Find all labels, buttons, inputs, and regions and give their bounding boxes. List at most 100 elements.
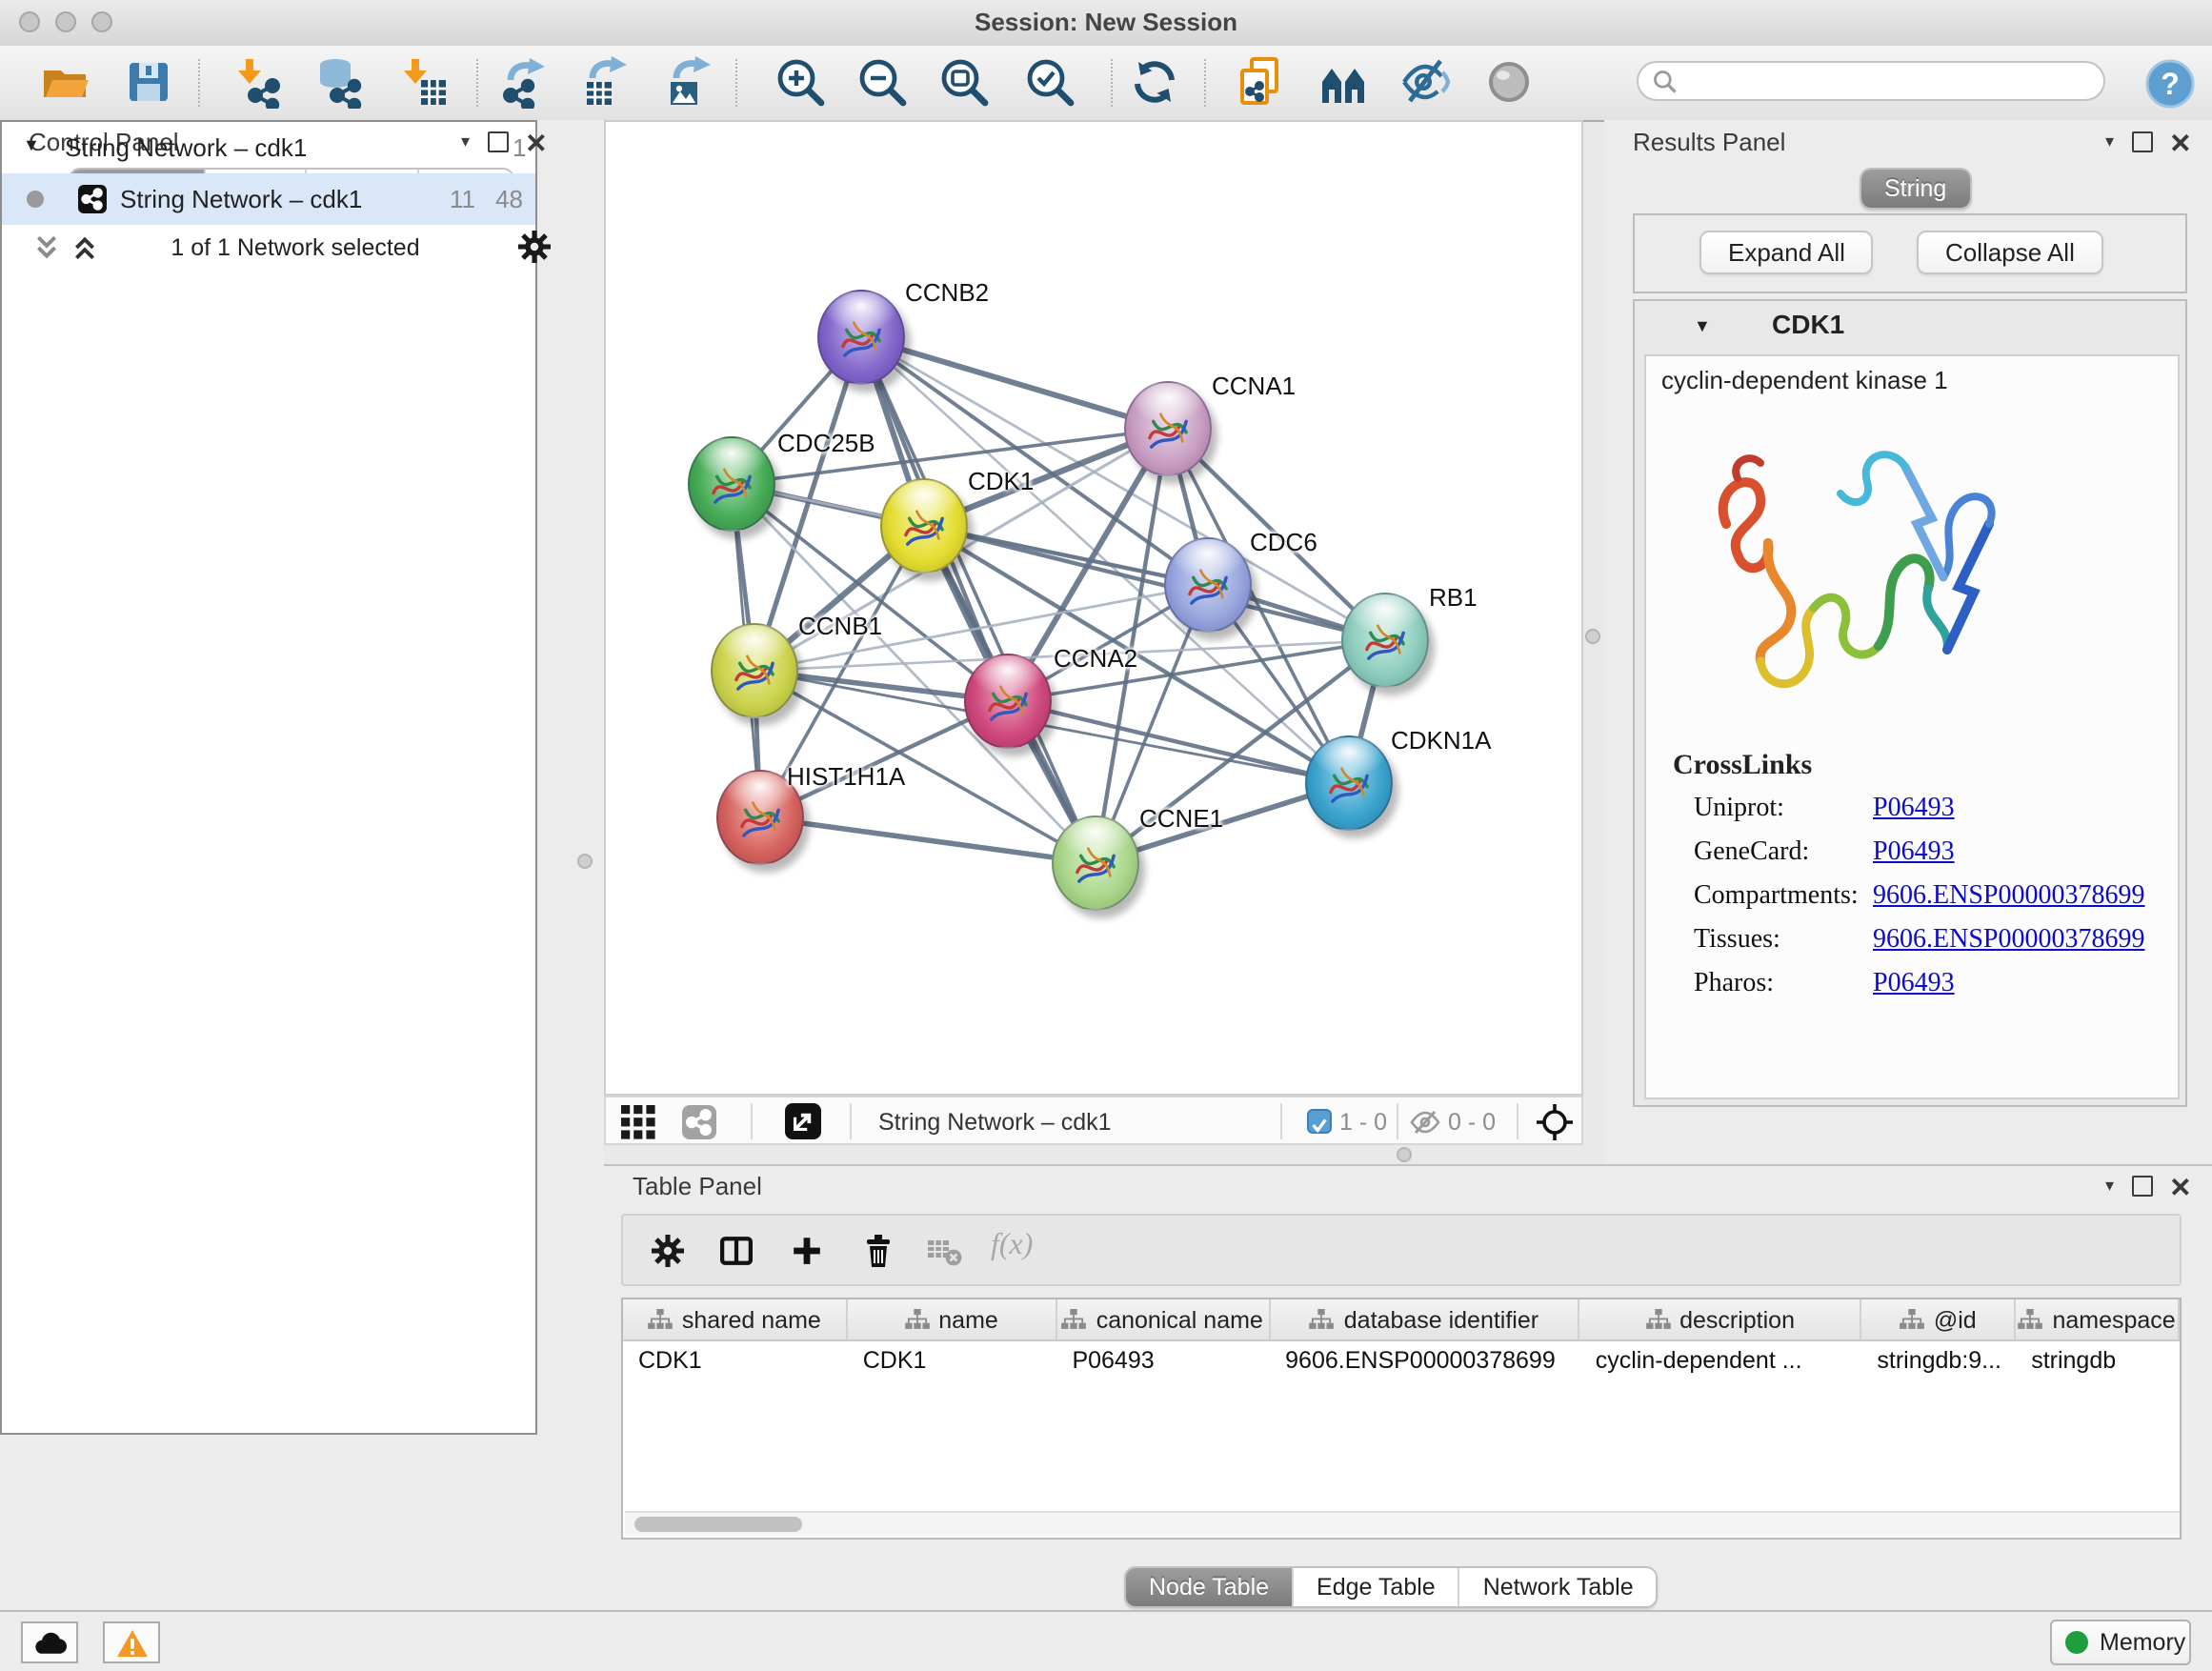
memory-button[interactable]: Memory	[2050, 1620, 2191, 1665]
close-panel-icon[interactable]: ✕	[2169, 1177, 2191, 1196]
network-node-ccna2[interactable]	[964, 654, 1052, 749]
network-edge[interactable]	[861, 337, 1168, 429]
crosslink-link[interactable]: P06493	[1873, 795, 1955, 825]
help-icon[interactable]: ?	[2143, 57, 2197, 111]
cloud-status-button[interactable]	[21, 1621, 78, 1663]
network-node-ccne1[interactable]	[1052, 815, 1139, 911]
toolbar-separator	[476, 59, 478, 107]
network-node-rb1[interactable]	[1341, 593, 1429, 688]
network-type-icon	[78, 185, 107, 213]
table-cell: 9606.ENSP00000378699	[1270, 1341, 1580, 1379]
network-node-cdc25b[interactable]	[688, 436, 775, 532]
open-session-icon[interactable]	[38, 55, 91, 109]
collapse-all-tree-icon[interactable]	[72, 234, 97, 261]
import-network-file-icon[interactable]	[231, 55, 284, 109]
table-column-header[interactable]: @id	[1861, 1299, 2016, 1339]
crosslink-link[interactable]: P06493	[1873, 838, 1955, 869]
open-external-icon[interactable]	[785, 1103, 821, 1139]
expand-all-button[interactable]: Expand All	[1699, 231, 1874, 274]
search-field[interactable]	[1637, 61, 2105, 101]
zoom-out-icon[interactable]	[855, 55, 909, 109]
table-cell: stringdb	[2016, 1341, 2180, 1379]
float-panel-icon[interactable]	[2131, 131, 2152, 152]
network-node-label: CDC25B	[777, 429, 875, 457]
network-edge[interactable]	[760, 817, 1096, 863]
network-canvas[interactable]: CCNB2CCNA1CDC25BCDK1CDC6RB1CCNB1CCNA2CDK…	[604, 120, 1583, 1096]
delete-column-icon[interactable]	[861, 1233, 895, 1269]
crosslinks-title: CrossLinks	[1673, 751, 1812, 783]
network-node-cdkn1a[interactable]	[1305, 735, 1393, 831]
grid-view-icon[interactable]	[621, 1105, 655, 1139]
panel-menu-icon[interactable]: ▾	[2105, 1176, 2114, 1197]
show-all-eye-icon[interactable]	[1484, 55, 1538, 109]
horizontal-splitter-handle[interactable]	[1397, 1147, 1412, 1162]
import-table-file-icon[interactable]	[396, 55, 450, 109]
collapse-all-button[interactable]: Collapse All	[1917, 231, 2103, 274]
table-column-header[interactable]: namespace	[2016, 1299, 2180, 1339]
hide-selected-eye-icon[interactable]	[1400, 55, 1454, 109]
export-image-icon[interactable]	[663, 55, 716, 109]
node-table: shared namenamecanonical namedatabase id…	[621, 1298, 2182, 1540]
panel-menu-icon[interactable]: ▾	[2105, 131, 2114, 152]
network-node-cdc6[interactable]	[1164, 537, 1252, 633]
network-node-label: CCNA2	[1054, 644, 1137, 673]
clone-network-icon[interactable]	[1233, 55, 1286, 109]
crosslinks-list: Uniprot:P06493GeneCard:P06493Compartment…	[1646, 795, 2182, 1014]
save-session-icon[interactable]	[122, 55, 175, 109]
network-node-label: CDC6	[1250, 528, 1317, 556]
table-column-header[interactable]: name	[848, 1299, 1057, 1339]
refresh-view-icon[interactable]	[1128, 55, 1181, 109]
svg-text:?: ?	[2161, 67, 2180, 101]
warning-icon	[115, 1628, 148, 1657]
results-panel: Results Panel ▾ ✕ String Expand All Coll…	[1604, 120, 2212, 1164]
network-node-ccnb1[interactable]	[711, 623, 798, 718]
zoom-in-icon[interactable]	[774, 55, 827, 109]
table-column-header[interactable]: canonical name	[1056, 1299, 1270, 1339]
network-collection-row[interactable]: ▼ String Network – cdk1 1	[2, 122, 535, 173]
netbar-separator	[1397, 1103, 1398, 1139]
hscroll-thumb[interactable]	[634, 1517, 802, 1532]
selected-checkbox[interactable]	[1307, 1109, 1332, 1134]
table-row[interactable]: CDK1CDK1P064939606.ENSP00000378699cyclin…	[623, 1341, 2180, 1379]
export-network-icon[interactable]	[497, 55, 551, 109]
tree-expander-icon[interactable]: ▼	[23, 135, 40, 154]
results-tab-string[interactable]: String	[1860, 168, 1971, 210]
network-node-label: CCNE1	[1139, 804, 1223, 833]
tab-node-table[interactable]: Node Table	[1126, 1568, 1294, 1606]
search-input[interactable]	[1688, 65, 2096, 101]
create-column-icon[interactable]	[791, 1235, 823, 1267]
table-column-header[interactable]: description	[1580, 1299, 1862, 1339]
show-columns-icon[interactable]	[720, 1235, 753, 1267]
binoculars-icon[interactable]	[1318, 55, 1372, 109]
zoom-fit-icon[interactable]	[937, 55, 991, 109]
crosslink-row: Tissues:9606.ENSP00000378699	[1646, 926, 2182, 970]
float-panel-icon[interactable]	[2131, 1176, 2152, 1197]
entry-expander-icon[interactable]: ▼	[1694, 316, 1711, 335]
close-panel-icon[interactable]: ✕	[2169, 132, 2191, 151]
hidden-eye-icon[interactable]	[1410, 1107, 1440, 1137]
network-options-gear-icon[interactable]	[518, 231, 551, 263]
network-node-ccna1[interactable]	[1124, 381, 1212, 476]
tab-network-table[interactable]: Network Table	[1460, 1568, 1657, 1606]
tab-edge-table[interactable]: Edge Table	[1294, 1568, 1460, 1606]
crosslink-link[interactable]: P06493	[1873, 970, 1955, 1000]
crosslink-link[interactable]: 9606.ENSP00000378699	[1873, 882, 2144, 913]
share-view-icon[interactable]	[682, 1105, 716, 1139]
network-node-cdk1[interactable]	[880, 478, 968, 574]
import-network-database-icon[interactable]	[312, 55, 366, 109]
network-row-selected[interactable]: String Network – cdk1 11 48	[2, 173, 535, 225]
left-splitter-handle[interactable]	[577, 854, 593, 869]
status-bar: Memory	[0, 1610, 2212, 1671]
zoom-selected-icon[interactable]	[1023, 55, 1076, 109]
right-splitter-handle[interactable]	[1585, 629, 1600, 644]
birdseye-icon[interactable]	[1536, 1103, 1574, 1141]
table-options-gear-icon[interactable]	[652, 1235, 684, 1267]
crosslink-link[interactable]: 9606.ENSP00000378699	[1873, 926, 2144, 956]
table-hscrollbar[interactable]	[625, 1511, 2182, 1536]
warning-status-button[interactable]	[103, 1621, 160, 1663]
export-table-icon[interactable]	[579, 55, 633, 109]
network-node-ccnb2[interactable]	[817, 290, 905, 385]
expand-all-tree-icon[interactable]	[34, 234, 59, 261]
table-column-header[interactable]: shared name	[623, 1299, 848, 1339]
table-column-header[interactable]: database identifier	[1270, 1299, 1580, 1339]
